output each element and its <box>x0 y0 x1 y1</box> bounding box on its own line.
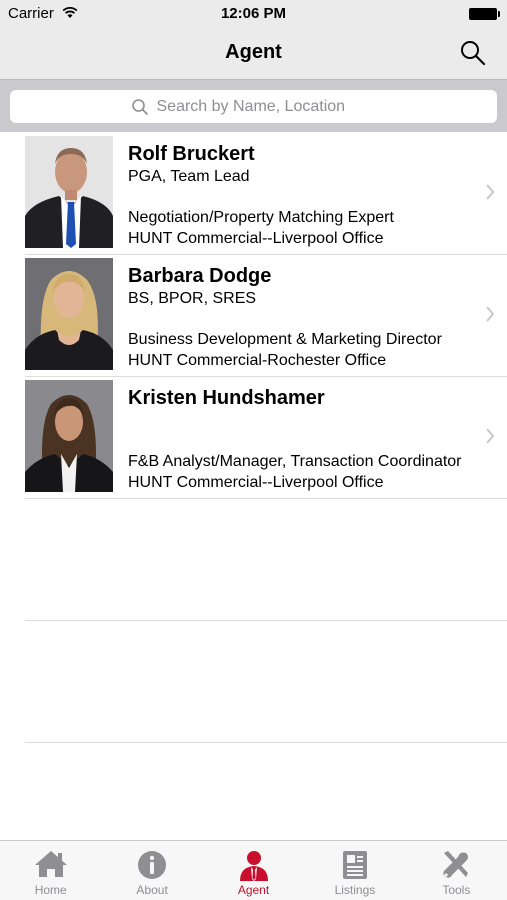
status-bar: Carrier 12:06 PM <box>0 0 507 28</box>
tab-bar: Home About Agent Listings Tools <box>0 840 507 900</box>
tab-listings[interactable]: Listings <box>304 841 405 900</box>
tab-about[interactable]: About <box>101 841 202 900</box>
listings-icon <box>342 851 367 879</box>
agent-role: Negotiation/Property Matching Expert <box>128 209 394 226</box>
search-icon[interactable] <box>459 39 487 67</box>
tab-label: About <box>136 883 168 897</box>
search-field[interactable] <box>10 90 497 123</box>
agent-row[interactable]: Kristen Hundshamer F&B Analyst/Manager, … <box>25 377 507 499</box>
agent-row[interactable]: Barbara Dodge BS, BPOR, SRES Business De… <box>25 255 507 377</box>
chevron-right-icon <box>486 428 495 444</box>
agent-office: HUNT Commercial--Liverpool Office <box>128 474 384 491</box>
page-title: Agent <box>225 41 282 63</box>
info-icon <box>138 851 167 879</box>
agent-name: Rolf Bruckert <box>128 143 255 165</box>
empty-row <box>25 499 507 621</box>
agent-list: Rolf Bruckert PGA, Team Lead Negotiation… <box>0 133 507 743</box>
tools-icon <box>443 851 469 878</box>
clock: 12:06 PM <box>220 5 287 22</box>
tab-tools[interactable]: Tools <box>406 841 507 900</box>
tab-label: Tools <box>442 883 471 897</box>
agent-name: Kristen Hundshamer <box>128 387 325 409</box>
magnifier-icon <box>131 98 148 115</box>
agent-photo <box>25 380 113 492</box>
tab-home[interactable]: Home <box>0 841 101 900</box>
tab-label: Home <box>34 883 67 897</box>
battery-icon <box>469 8 500 20</box>
search-input[interactable] <box>156 97 377 116</box>
tab-agent[interactable]: Agent <box>203 841 304 900</box>
agent-role: F&B Analyst/Manager, Transaction Coordin… <box>128 453 462 470</box>
agent-photo <box>25 258 113 370</box>
agent-photo <box>25 136 113 248</box>
tab-label: Agent <box>237 883 270 897</box>
agent-office: HUNT Commercial-Rochester Office <box>128 352 387 369</box>
agent-name: Barbara Dodge <box>128 265 272 287</box>
home-icon <box>34 851 67 877</box>
tab-label: Listings <box>334 883 376 897</box>
agent-row[interactable]: Rolf Bruckert PGA, Team Lead Negotiation… <box>25 133 507 255</box>
navigation-bar: Agent <box>0 28 507 79</box>
chevron-right-icon <box>486 184 495 200</box>
agent-role: Business Development & Marketing Directo… <box>128 331 442 348</box>
chevron-right-icon <box>486 306 495 322</box>
agent-icon <box>239 851 268 881</box>
agent-credentials: BS, BPOR, SRES <box>128 290 257 307</box>
search-bar-container <box>0 79 507 132</box>
empty-row <box>25 621 507 743</box>
agent-credentials: PGA, Team Lead <box>128 168 250 185</box>
agent-office: HUNT Commercial--Liverpool Office <box>128 230 384 247</box>
